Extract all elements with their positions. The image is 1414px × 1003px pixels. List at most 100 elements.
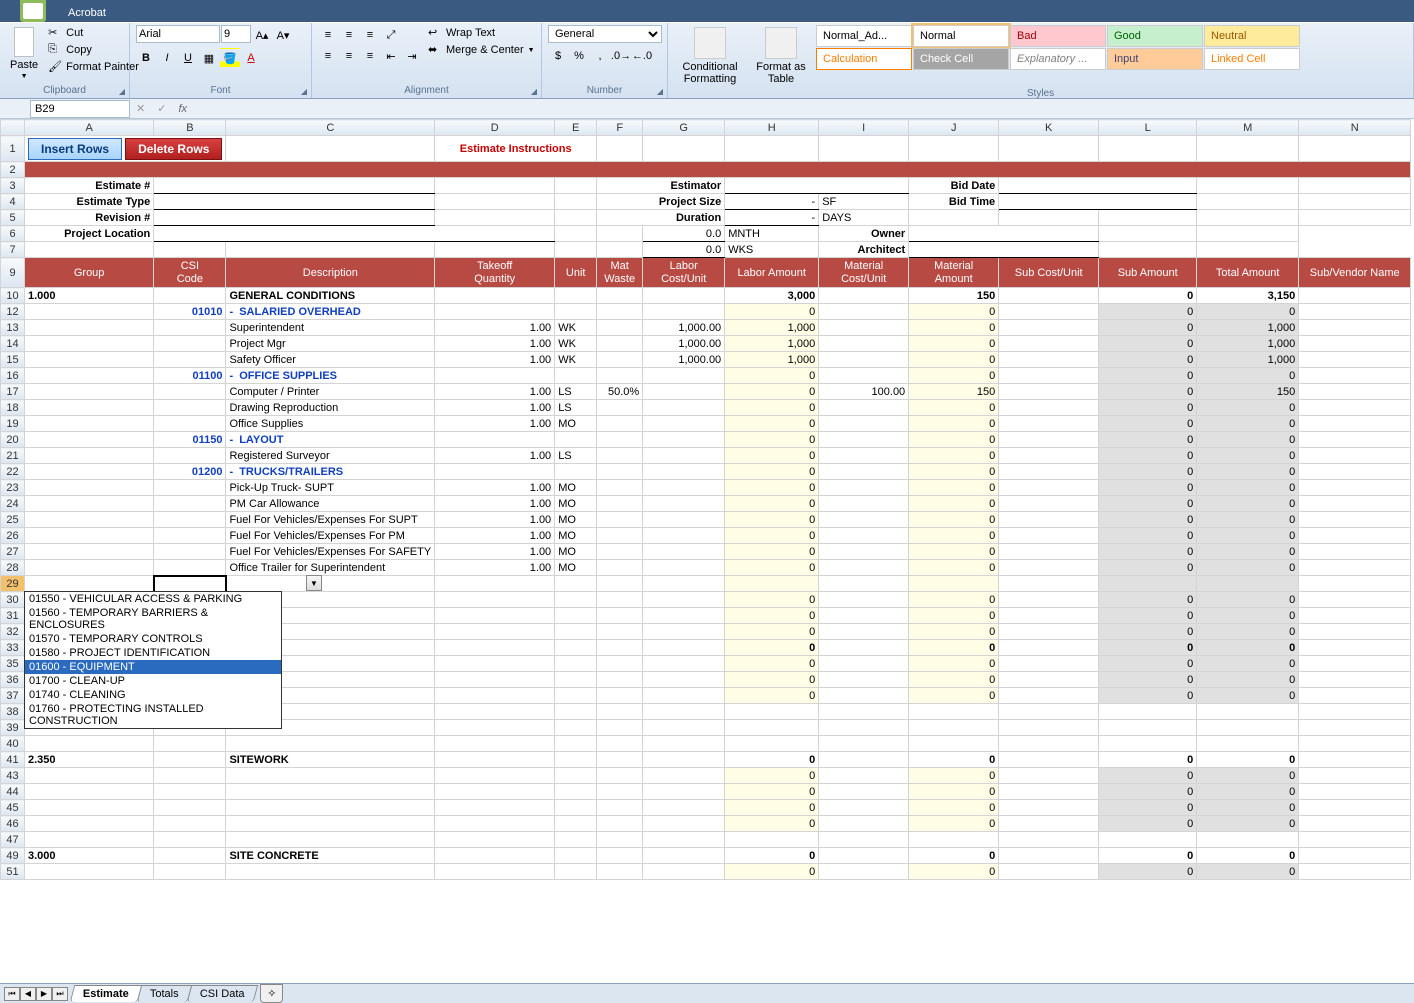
decrease-font-button[interactable]: A▾ (273, 25, 293, 45)
project-name-cell[interactable] (25, 162, 1411, 178)
fx-icon[interactable]: fx (172, 103, 193, 115)
sheet-tab[interactable]: Totals (137, 985, 192, 1002)
row-header[interactable]: 12 (1, 304, 25, 320)
dialog-launcher-icon[interactable]: ◢ (528, 85, 540, 97)
column-header[interactable]: H (725, 120, 819, 136)
copy-button[interactable]: ⎘Copy (46, 42, 141, 58)
spreadsheet-grid[interactable]: ABCDEFGHIJKLMN1Insert Rows Delete RowsEs… (0, 119, 1411, 880)
tab-acrobat[interactable]: Acrobat (54, 3, 144, 22)
style-cell[interactable]: Bad (1010, 25, 1106, 47)
dropdown-option[interactable]: 01760 - PROTECTING INSTALLED CONSTRUCTIO… (25, 702, 281, 728)
align-left-button[interactable]: ≡ (318, 46, 338, 66)
row-header[interactable]: 4 (1, 194, 25, 210)
style-cell[interactable]: Normal_Ad... (816, 25, 912, 47)
italic-button[interactable]: I (157, 48, 177, 68)
row-header[interactable]: 15 (1, 352, 25, 368)
dropdown-option[interactable]: 01600 - EQUIPMENT (25, 660, 281, 674)
row-header[interactable]: 41 (1, 752, 25, 768)
dropdown-list[interactable]: 01550 - VEHICULAR ACCESS & PARKING01560 … (24, 591, 282, 729)
column-header[interactable]: M (1197, 120, 1299, 136)
style-cell[interactable]: Good (1107, 25, 1203, 47)
formula-input[interactable] (193, 100, 1414, 118)
row-header[interactable]: 16 (1, 368, 25, 384)
row-header[interactable]: 1 (1, 136, 25, 162)
row-header[interactable]: 25 (1, 512, 25, 528)
prev-sheet-button[interactable]: ◀ (20, 987, 36, 1001)
first-sheet-button[interactable]: ⏮ (4, 987, 20, 1001)
align-right-button[interactable]: ≡ (360, 46, 380, 66)
row-header[interactable]: 39 (1, 720, 25, 736)
row-header[interactable]: 5 (1, 210, 25, 226)
increase-font-button[interactable]: A▴ (252, 25, 272, 45)
align-middle-button[interactable]: ≡ (339, 25, 359, 45)
accounting-button[interactable]: $ (548, 46, 568, 66)
style-cell[interactable]: Normal (913, 25, 1009, 47)
dialog-launcher-icon[interactable]: ◢ (654, 85, 666, 97)
select-all-button[interactable] (1, 120, 25, 136)
dialog-launcher-icon[interactable]: ◢ (116, 85, 128, 97)
insert-rows-button[interactable]: Insert Rows (28, 138, 122, 160)
row-header[interactable]: 3 (1, 178, 25, 194)
row-header[interactable]: 45 (1, 800, 25, 816)
orientation-button[interactable]: ⤢ (381, 25, 401, 45)
merge-center-button[interactable]: ⬌Merge & Center▼ (426, 42, 537, 58)
row-header[interactable]: 21 (1, 448, 25, 464)
sheet-tab[interactable]: CSI Data (186, 985, 257, 1002)
dialog-launcher-icon[interactable]: ◢ (298, 85, 310, 97)
row-header[interactable]: 18 (1, 400, 25, 416)
font-color-button[interactable]: A (241, 48, 261, 68)
conditional-formatting-button[interactable]: Conditional Formatting (674, 25, 746, 87)
dropdown-option[interactable]: 01550 - VEHICULAR ACCESS & PARKING (25, 592, 281, 606)
row-header[interactable]: 32 (1, 624, 25, 640)
row-header[interactable]: 51 (1, 864, 25, 880)
row-header[interactable]: 13 (1, 320, 25, 336)
cut-button[interactable]: ✂Cut (46, 25, 141, 41)
align-top-button[interactable]: ≡ (318, 25, 338, 45)
style-cell[interactable]: Explanatory ... (1010, 48, 1106, 70)
format-painter-button[interactable]: 🖌Format Painter (46, 59, 141, 75)
row-header[interactable]: 7 (1, 242, 25, 258)
row-header[interactable]: 47 (1, 832, 25, 848)
bold-button[interactable]: B (136, 48, 156, 68)
row-header[interactable]: 14 (1, 336, 25, 352)
align-bottom-button[interactable]: ≡ (360, 25, 380, 45)
estimate-instructions-link[interactable]: Estimate Instructions (435, 136, 597, 162)
row-header[interactable]: 22 (1, 464, 25, 480)
column-header[interactable]: N (1299, 120, 1411, 136)
dropdown-option[interactable]: 01740 - CLEANING (25, 688, 281, 702)
column-header[interactable]: J (909, 120, 999, 136)
row-header[interactable]: 38 (1, 704, 25, 720)
dropdown-option[interactable]: 01570 - TEMPORARY CONTROLS (25, 632, 281, 646)
row-header[interactable]: 10 (1, 288, 25, 304)
style-cell[interactable]: Calculation (816, 48, 912, 70)
number-format-select[interactable]: General (548, 25, 662, 43)
format-as-table-button[interactable]: Format as Table (750, 25, 812, 87)
new-sheet-button[interactable]: ✧ (260, 984, 283, 1003)
increase-decimal-button[interactable]: .0→ (611, 46, 631, 66)
row-header[interactable]: 43 (1, 768, 25, 784)
percent-button[interactable]: % (569, 46, 589, 66)
row-header[interactable]: 40 (1, 736, 25, 752)
paste-button[interactable]: Paste ▼ (6, 25, 42, 82)
wrap-text-button[interactable]: ↩Wrap Text (426, 25, 537, 41)
dropdown-option[interactable]: 01700 - CLEAN-UP (25, 674, 281, 688)
row-header[interactable]: 36 (1, 672, 25, 688)
name-box-input[interactable] (30, 100, 130, 118)
column-header[interactable]: C (226, 120, 435, 136)
style-cell[interactable]: Input (1107, 48, 1203, 70)
font-size-input[interactable] (221, 25, 251, 43)
app-logo-icon[interactable] (20, 0, 46, 22)
style-cell[interactable]: Neutral (1204, 25, 1300, 47)
dropdown-button[interactable]: ▼ (306, 575, 322, 591)
column-header[interactable]: L (1099, 120, 1197, 136)
last-sheet-button[interactable]: ⏭ (52, 987, 68, 1001)
row-header[interactable]: 2 (1, 162, 25, 178)
row-header[interactable]: 28 (1, 560, 25, 576)
fill-color-button[interactable]: 🪣 (220, 48, 240, 68)
row-header[interactable]: 27 (1, 544, 25, 560)
row-header[interactable]: 17 (1, 384, 25, 400)
row-header[interactable]: 35 (1, 656, 25, 672)
row-header[interactable]: 33 (1, 640, 25, 656)
next-sheet-button[interactable]: ▶ (36, 987, 52, 1001)
row-header[interactable]: 31 (1, 608, 25, 624)
